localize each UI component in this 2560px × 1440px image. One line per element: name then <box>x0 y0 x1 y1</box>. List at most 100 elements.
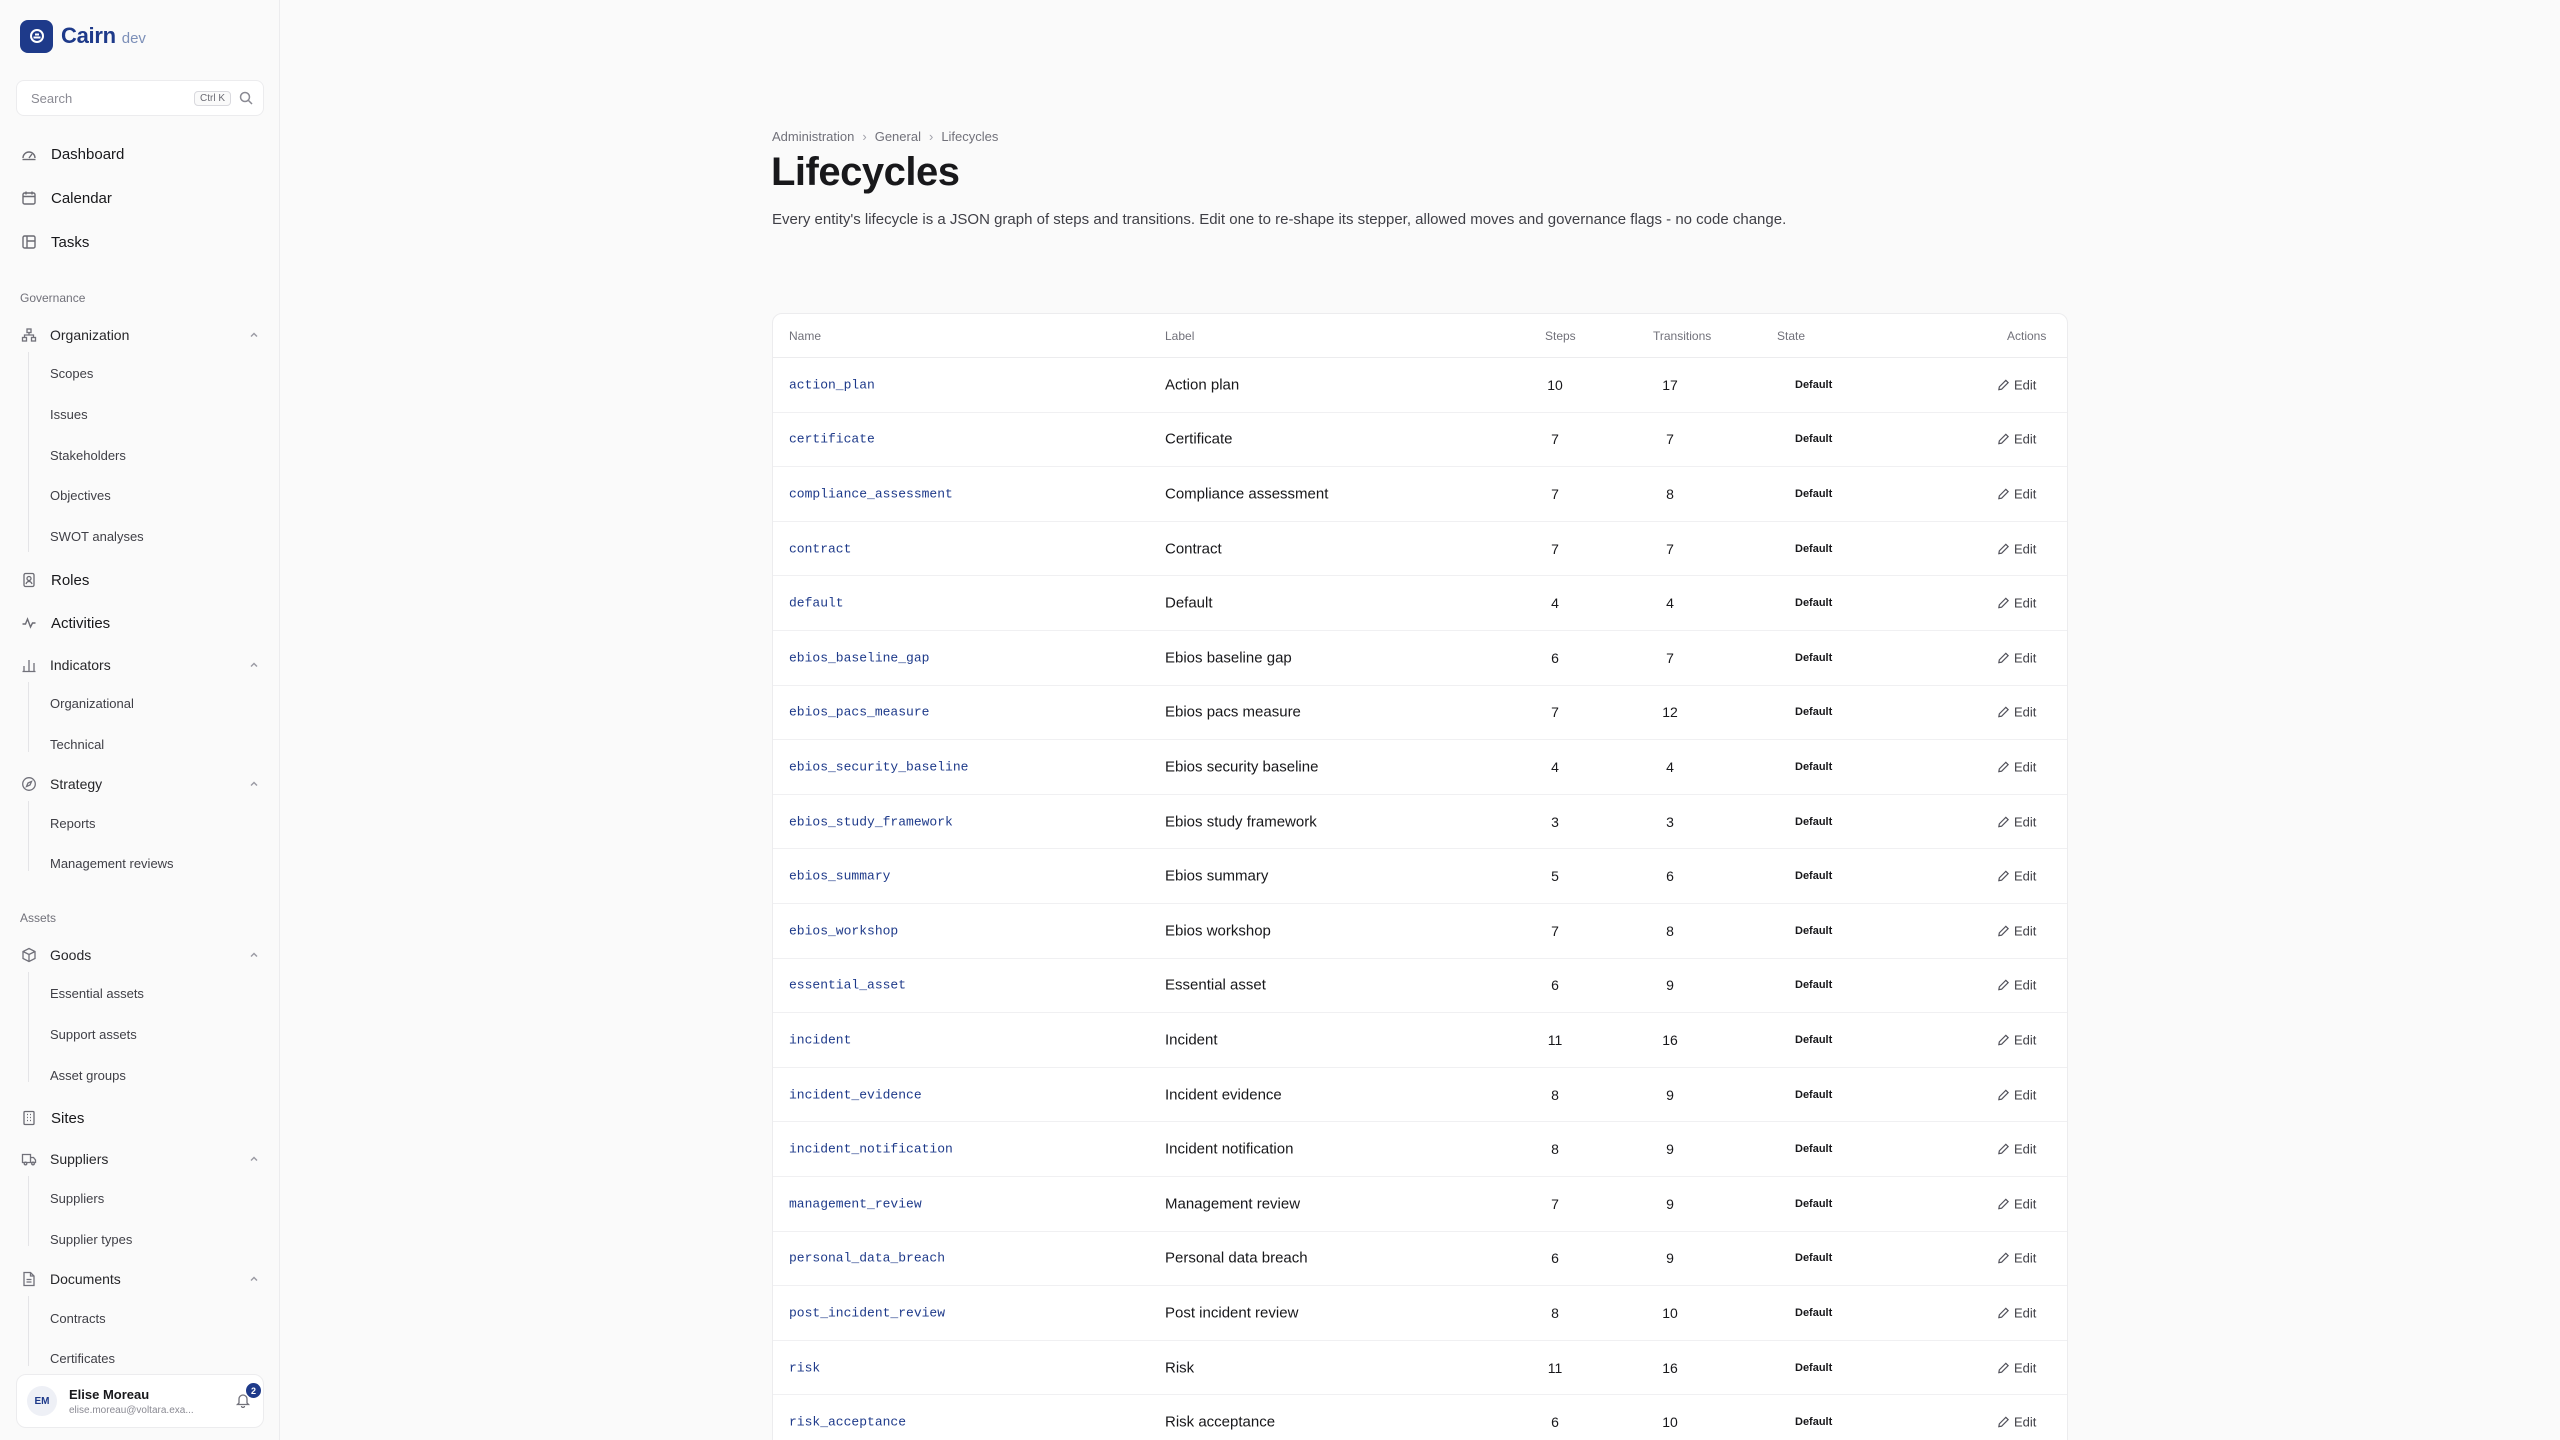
table-row[interactable]: management_review Management review 7 9 Defa… <box>773 1177 2067 1232</box>
sidebar-item-technical[interactable]: Technical <box>50 737 104 752</box>
table-row[interactable]: risk Risk 11 16 Default Edit <box>773 1341 2067 1396</box>
table-row[interactable]: certificate Certificate 7 7 Default Edit <box>773 413 2067 468</box>
sidebar-item-management-reviews[interactable]: Management reviews <box>50 856 174 871</box>
notifications-button[interactable]: 2 <box>235 1383 261 1410</box>
edit-button[interactable]: Edit <box>1997 486 2036 501</box>
edit-button[interactable]: Edit <box>1997 432 2036 447</box>
column-header-name[interactable]: Name <box>789 329 821 343</box>
edit-button[interactable]: Edit <box>1997 1087 2036 1102</box>
table-row[interactable]: ebios_pacs_measure Ebios pacs measure 7 12 D… <box>773 686 2067 741</box>
column-header-label[interactable]: Label <box>1165 329 1194 343</box>
table-row[interactable]: essential_asset Essential asset 6 9 Default E… <box>773 959 2067 1014</box>
edit-button[interactable]: Edit <box>1997 1196 2036 1211</box>
table-row[interactable]: ebios_workshop Ebios workshop 7 8 Default Edi… <box>773 904 2067 959</box>
table-row[interactable]: ebios_baseline_gap Ebios baseline gap 6 7 De… <box>773 631 2067 686</box>
table-row[interactable]: action_plan Action plan 10 17 Default Edit <box>773 358 2067 413</box>
row-transitions: 16 <box>1662 1031 1678 1048</box>
sidebar-item-reports[interactable]: Reports <box>50 816 96 831</box>
nav-tasks[interactable]: Tasks <box>20 230 89 254</box>
sidebar-item-essential-assets[interactable]: Essential assets <box>50 986 144 1001</box>
column-header-transitions[interactable]: Transitions <box>1653 329 1711 343</box>
edit-button[interactable]: Edit <box>1997 923 2036 938</box>
table-row[interactable]: ebios_summary Ebios summary 5 6 Default Edit <box>773 849 2067 904</box>
group-strategy-label: Strategy <box>50 776 103 792</box>
sidebar-item-organizational[interactable]: Organizational <box>50 696 134 711</box>
edit-button[interactable]: Edit <box>1997 650 2036 665</box>
nav-calendar[interactable]: Calendar <box>20 186 112 210</box>
row-label: Post incident review <box>1165 1304 1299 1322</box>
table-row[interactable]: ebios_security_baseline Ebios security ba… <box>773 740 2067 795</box>
sidebar-item-swot[interactable]: SWOT analyses <box>50 529 144 544</box>
nav-dashboard[interactable]: Dashboard <box>20 142 124 166</box>
group-documents[interactable]: Documents <box>20 1268 260 1290</box>
edit-button[interactable]: Edit <box>1997 1032 2036 1047</box>
sidebar-item-supplier-types[interactable]: Supplier types <box>50 1232 132 1247</box>
row-label: Risk <box>1165 1359 1195 1377</box>
sidebar-item-certificates[interactable]: Certificates <box>50 1351 115 1366</box>
breadcrumb-administration[interactable]: Administration <box>772 129 854 144</box>
search-input[interactable]: Search Ctrl K <box>16 80 264 116</box>
group-goods[interactable]: Goods <box>20 944 260 966</box>
truck-icon <box>20 1150 38 1168</box>
row-state-badge: Default <box>1795 1306 1833 1319</box>
row-name: personal_data_breach <box>789 1250 946 1266</box>
sidebar-item-support-assets[interactable]: Support assets <box>50 1027 137 1042</box>
chevron-up-icon[interactable] <box>248 659 260 671</box>
group-strategy[interactable]: Strategy <box>20 773 260 795</box>
breadcrumb-general[interactable]: General <box>875 129 921 144</box>
edit-button[interactable]: Edit <box>1997 869 2036 884</box>
table-row[interactable]: compliance_assessment Compliance assessme… <box>773 467 2067 522</box>
edit-button[interactable]: Edit <box>1997 1415 2036 1430</box>
edit-button[interactable]: Edit <box>1997 1142 2036 1157</box>
table-row[interactable]: incident Incident 11 16 Default Edit <box>773 1013 2067 1068</box>
edit-button[interactable]: Edit <box>1997 978 2036 993</box>
sidebar-item-objectives[interactable]: Objectives <box>50 488 111 503</box>
edit-button[interactable]: Edit <box>1997 596 2036 611</box>
chevron-up-icon[interactable] <box>248 778 260 790</box>
edit-button[interactable]: Edit <box>1997 1305 2036 1320</box>
sidebar-item-asset-groups[interactable]: Asset groups <box>50 1068 126 1083</box>
edit-button[interactable]: Edit <box>1997 377 2036 392</box>
chevron-up-icon[interactable] <box>248 1273 260 1285</box>
table-row[interactable]: risk_acceptance Risk acceptance 6 10 Default… <box>773 1395 2067 1440</box>
nav-sites[interactable]: Sites <box>20 1106 84 1130</box>
table-row[interactable]: ebios_study_framework Ebios study framewo… <box>773 795 2067 850</box>
edit-label: Edit <box>2014 377 2037 393</box>
table-row[interactable]: contract Contract 7 7 Default Edit <box>773 522 2067 577</box>
edit-button[interactable]: Edit <box>1997 1251 2036 1266</box>
table-row[interactable]: default Default 4 4 Default Edit <box>773 576 2067 631</box>
row-name: ebios_security_baseline <box>789 759 969 775</box>
chevron-up-icon[interactable] <box>248 329 260 341</box>
column-header-steps[interactable]: Steps <box>1545 329 1576 343</box>
table-row[interactable]: personal_data_breach Personal data breach… <box>773 1232 2067 1287</box>
edit-button[interactable]: Edit <box>1997 541 2036 556</box>
chevron-up-icon[interactable] <box>248 949 260 961</box>
table-row[interactable]: post_incident_review Post incident review… <box>773 1286 2067 1341</box>
group-organization[interactable]: Organization <box>20 324 260 346</box>
table-row[interactable]: incident_evidence Incident evidence 8 9 Defa… <box>773 1068 2067 1123</box>
brand[interactable]: Cairn dev <box>20 19 146 53</box>
nav-roles[interactable]: Roles <box>20 568 89 592</box>
row-state-badge: Default <box>1795 760 1833 773</box>
row-name: default <box>789 595 844 611</box>
group-suppliers[interactable]: Suppliers <box>20 1148 260 1170</box>
sidebar-item-suppliers[interactable]: Suppliers <box>50 1191 104 1206</box>
user-card[interactable]: EM Elise Moreau elise.moreau@voltara.exa… <box>16 1374 264 1428</box>
edit-button[interactable]: Edit <box>1997 759 2036 774</box>
nav-roles-label: Roles <box>51 571 90 589</box>
edit-button[interactable]: Edit <box>1997 1360 2036 1375</box>
activity-icon <box>20 614 38 632</box>
tree-line <box>28 972 29 1082</box>
sidebar-item-scopes[interactable]: Scopes <box>50 366 93 381</box>
group-indicators[interactable]: Indicators <box>20 654 260 676</box>
column-header-state[interactable]: State <box>1777 329 1805 343</box>
sidebar-item-issues[interactable]: Issues <box>50 407 88 422</box>
sidebar-item-stakeholders[interactable]: Stakeholders <box>50 448 126 463</box>
edit-button[interactable]: Edit <box>1997 705 2036 720</box>
edit-button[interactable]: Edit <box>1997 814 2036 829</box>
row-name: incident_evidence <box>789 1087 922 1103</box>
chevron-up-icon[interactable] <box>248 1153 260 1165</box>
nav-activities[interactable]: Activities <box>20 611 110 635</box>
table-row[interactable]: incident_notification Incident notificati… <box>773 1122 2067 1177</box>
sidebar-item-contracts[interactable]: Contracts <box>50 1311 106 1326</box>
